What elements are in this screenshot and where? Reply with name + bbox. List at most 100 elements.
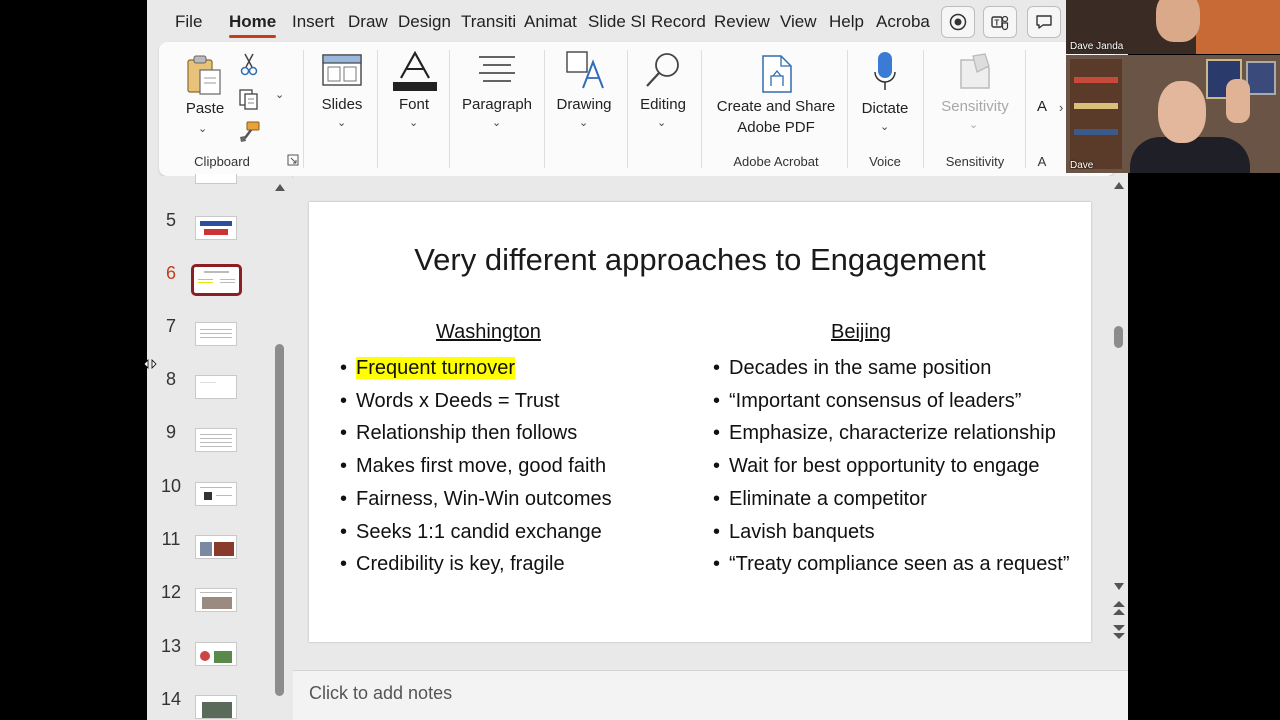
create-pdf-icon[interactable] bbox=[761, 54, 793, 94]
ribbon-separator bbox=[847, 50, 848, 168]
scroll-up-arrow-icon[interactable] bbox=[1113, 180, 1125, 190]
chevron-down-icon[interactable]: ⌄ bbox=[409, 116, 418, 129]
tab-slide-show[interactable]: Slide Sl bbox=[588, 12, 646, 32]
chevron-down-icon[interactable]: ⌄ bbox=[880, 120, 889, 133]
dictate-label[interactable]: Dictate bbox=[857, 100, 913, 117]
slide-thumbnail-partial[interactable] bbox=[195, 174, 237, 184]
drawing-icon[interactable] bbox=[565, 50, 605, 90]
record-button[interactable] bbox=[941, 6, 975, 38]
paragraph-icon[interactable] bbox=[477, 54, 517, 84]
slide-number: 14 bbox=[161, 689, 182, 709]
scroll-down-arrow-icon[interactable] bbox=[1113, 582, 1125, 592]
participant-1-face bbox=[1156, 0, 1200, 42]
chevron-down-icon[interactable]: ⌄ bbox=[198, 122, 207, 135]
bullet-item: “Treaty compliance seen as a request” bbox=[713, 548, 1070, 581]
comments-button[interactable] bbox=[1027, 6, 1061, 38]
chevron-down-icon[interactable]: ⌄ bbox=[657, 116, 666, 129]
wall-frame bbox=[1246, 61, 1276, 95]
slide-thumbnail-10[interactable] bbox=[195, 482, 237, 506]
chevron-down-icon[interactable]: ⌄ bbox=[969, 118, 978, 131]
slide-scrollbar[interactable] bbox=[1111, 176, 1127, 646]
create-share-label-line1[interactable]: Create and Share bbox=[711, 98, 841, 115]
slides-label[interactable]: Slides bbox=[316, 96, 368, 113]
participant-2-hand bbox=[1226, 79, 1250, 123]
sensitivity-group-label: Sensitivity bbox=[945, 154, 1005, 169]
cut-icon[interactable] bbox=[239, 52, 259, 76]
column-heading-beijing[interactable]: Beijing bbox=[831, 321, 891, 344]
slide-thumbnail-11[interactable] bbox=[195, 535, 237, 559]
scroll-up-arrow-icon[interactable] bbox=[274, 182, 286, 192]
copy-icon[interactable] bbox=[237, 87, 261, 111]
paste-icon[interactable] bbox=[185, 54, 225, 98]
thumbnail-scrollbar[interactable] bbox=[274, 182, 286, 714]
previous-slide-icon[interactable] bbox=[1112, 600, 1126, 616]
chevron-down-icon[interactable]: ⌄ bbox=[492, 116, 501, 129]
teams-present-button[interactable]: T bbox=[983, 6, 1017, 38]
font-icon[interactable] bbox=[393, 50, 437, 92]
adobe-group-label: Adobe Acrobat bbox=[733, 154, 819, 169]
thumbnail-scrollbar-thumb[interactable] bbox=[275, 344, 284, 696]
tab-record[interactable]: Record bbox=[651, 12, 706, 32]
slide-scrollbar-thumb[interactable] bbox=[1114, 326, 1123, 348]
tab-draw[interactable]: Draw bbox=[348, 12, 388, 32]
paragraph-label[interactable]: Paragraph bbox=[455, 96, 539, 113]
editing-label[interactable]: Editing bbox=[635, 96, 691, 113]
slide-thumbnail-6-selected[interactable] bbox=[191, 264, 242, 296]
paste-label[interactable]: Paste bbox=[183, 100, 227, 117]
comment-icon bbox=[1036, 15, 1052, 29]
beijing-bullet-list[interactable]: Decades in the same position “Important … bbox=[713, 352, 1070, 581]
slide-thumbnail-12[interactable] bbox=[195, 588, 237, 612]
ribbon-scroll-right-icon[interactable]: › bbox=[1059, 100, 1063, 115]
slide-thumbnail-8[interactable] bbox=[195, 375, 237, 399]
slides-icon[interactable] bbox=[322, 54, 362, 86]
teams-icon: T bbox=[991, 15, 1009, 31]
tab-design[interactable]: Design bbox=[398, 12, 451, 32]
slide-thumbnails-panel: 5 6 7 8 9 10 11 12 13 14 bbox=[147, 174, 292, 720]
current-slide[interactable]: Very different approaches to Engagement … bbox=[309, 202, 1091, 642]
ribbon-separator bbox=[1025, 50, 1026, 168]
tab-help[interactable]: Help bbox=[829, 12, 864, 32]
video-tile-participant-2[interactable]: Dave bbox=[1066, 55, 1280, 173]
chevron-down-icon[interactable]: ⌄ bbox=[579, 116, 588, 129]
slide-number: 5 bbox=[165, 210, 176, 230]
notes-pane[interactable]: Click to add notes bbox=[293, 670, 1128, 720]
bullet-item: Frequent turnover bbox=[340, 352, 612, 385]
search-icon[interactable] bbox=[643, 50, 683, 90]
copy-dropdown-icon[interactable]: ⌄ bbox=[275, 88, 284, 101]
format-painter-icon[interactable] bbox=[237, 120, 261, 144]
slide-number: 9 bbox=[165, 422, 176, 442]
bullet-item: “Important consensus of leaders” bbox=[713, 385, 1070, 418]
slide-thumbnail-14[interactable] bbox=[195, 695, 237, 719]
dialog-launcher-icon[interactable] bbox=[287, 154, 299, 166]
font-label[interactable]: Font bbox=[388, 96, 440, 113]
tab-acrobat[interactable]: Acroba bbox=[876, 12, 930, 32]
video-tile-participant-1[interactable]: Dave Janda bbox=[1066, 0, 1280, 54]
drawing-label[interactable]: Drawing bbox=[553, 96, 615, 113]
washington-bullet-list[interactable]: Frequent turnover Words x Deeds = Trust … bbox=[340, 352, 612, 581]
ribbon-separator bbox=[449, 50, 450, 168]
tab-animations[interactable]: Animat bbox=[524, 12, 577, 32]
slide-thumbnail-13[interactable] bbox=[195, 642, 237, 666]
slide-thumbnail-5[interactable] bbox=[195, 216, 237, 240]
create-share-label-line2[interactable]: Adobe PDF bbox=[711, 119, 841, 136]
tab-review[interactable]: Review bbox=[714, 12, 770, 32]
tab-home[interactable]: Home bbox=[229, 12, 277, 38]
slide-title[interactable]: Very different approaches to Engagement bbox=[309, 242, 1091, 278]
microphone-icon[interactable] bbox=[873, 50, 897, 92]
slide-number-current: 6 bbox=[165, 263, 176, 283]
slide-thumbnail-9[interactable] bbox=[195, 428, 237, 452]
tab-transitions[interactable]: Transiti bbox=[461, 12, 516, 32]
participant-2-jacket bbox=[1130, 137, 1250, 173]
sensitivity-icon[interactable] bbox=[957, 52, 993, 92]
chevron-down-icon[interactable]: ⌄ bbox=[337, 116, 346, 129]
tab-file[interactable]: File bbox=[175, 12, 202, 32]
truncated-ribbon-label[interactable]: A bbox=[1035, 98, 1049, 115]
tab-insert[interactable]: Insert bbox=[292, 12, 335, 32]
tab-view[interactable]: View bbox=[780, 12, 817, 32]
column-heading-washington[interactable]: Washington bbox=[436, 321, 541, 344]
sensitivity-label[interactable]: Sensitivity bbox=[931, 98, 1019, 115]
notes-placeholder[interactable]: Click to add notes bbox=[309, 683, 452, 704]
next-slide-icon[interactable] bbox=[1112, 624, 1126, 640]
slide-thumbnail-7[interactable] bbox=[195, 322, 237, 346]
voice-group-label: Voice bbox=[869, 154, 901, 169]
